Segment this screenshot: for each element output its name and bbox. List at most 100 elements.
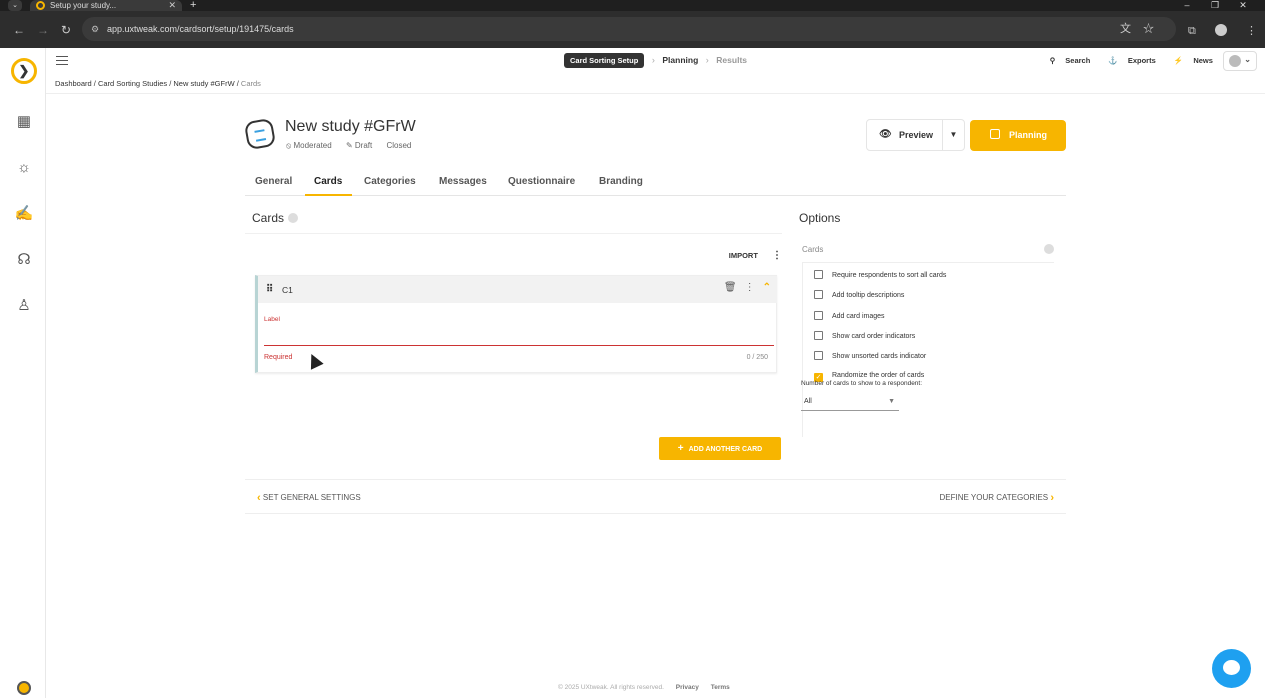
bookmark-star-icon[interactable]: ☆ <box>1143 23 1166 35</box>
hamburger-menu-icon[interactable] <box>56 56 68 65</box>
tab-title: Setup your study... <box>50 1 117 10</box>
cards-panel-title: Cards <box>252 211 299 225</box>
window-close-icon[interactable]: ✕ <box>1229 0 1257 11</box>
tab-branding[interactable]: Branding <box>599 176 643 187</box>
privacy-link[interactable]: Privacy <box>676 684 699 691</box>
avatar <box>1229 55 1241 67</box>
active-tab-indicator <box>305 194 352 196</box>
feedback-icon[interactable]: ☊ <box>13 249 35 271</box>
uxtweak-logo-icon[interactable]: ❯ <box>11 58 37 84</box>
tab-search-button[interactable]: ⌄ <box>8 0 22 11</box>
uxtweak-favicon-icon <box>36 1 45 10</box>
preview-label: Preview <box>899 130 934 140</box>
step-planning[interactable]: Planning <box>662 55 698 65</box>
calendar-icon <box>990 129 1000 139</box>
step-card-sorting-setup[interactable]: Card Sorting Setup <box>564 53 645 68</box>
minimize-icon[interactable]: – <box>1173 0 1201 10</box>
app-topbar: Card Sorting Setup › Planning › Results … <box>46 48 1265 73</box>
number-of-cards-select[interactable]: All ▼ <box>801 395 899 411</box>
extensions-icon[interactable]: ⧉ <box>1188 25 1196 37</box>
new-tab-button[interactable]: + <box>190 0 196 11</box>
chevron-up-icon[interactable]: ⌃ <box>763 282 771 293</box>
study-status: Closed <box>386 141 412 150</box>
tab-cards[interactable]: Cards <box>314 176 342 187</box>
copyright-text: © 2025 UXtweak. All rights reserved. <box>558 684 664 691</box>
study-mode: ⦸ Moderated <box>286 141 332 150</box>
lightbulb-icon[interactable]: ☼ <box>13 157 35 179</box>
required-error: Required <box>264 354 293 361</box>
browser-tab-bar: ⌄ Setup your study... ✕ + – ❐ ✕ <box>0 0 1265 11</box>
browser-right-icons: ⧉ ⋮ <box>1172 24 1257 38</box>
plus-icon: + <box>677 443 684 454</box>
news-button[interactable]: ⚡ News <box>1166 56 1213 65</box>
prev-step-link[interactable]: ‹ SET GENERAL SETTINGS <box>257 492 361 504</box>
import-row: IMPORT ⋮ <box>729 250 782 261</box>
breadcrumb-links[interactable]: Dashboard / Card Sorting Studies / New s… <box>55 79 239 88</box>
preview-button[interactable]: 👁 Preview ▼ <box>866 119 965 151</box>
add-another-card-button[interactable]: + ADD ANOTHER CARD <box>659 437 781 460</box>
drag-handle-icon[interactable]: ⠿ <box>266 284 273 295</box>
card-actions: 🗑 ⋮ ⌃ <box>716 282 771 293</box>
chevron-right-icon: › <box>1050 492 1054 504</box>
card-name: C1 <box>282 285 293 295</box>
preview-dropdown-chevron-icon[interactable]: ▼ <box>942 120 964 150</box>
profile-avatar[interactable] <box>1214 24 1227 36</box>
planning-label: Planning <box>1009 130 1047 140</box>
help-widget-icon[interactable] <box>17 681 31 695</box>
card-label-caption: Label <box>264 316 280 323</box>
terms-link[interactable]: Terms <box>711 684 730 691</box>
study-meta: ⦸ Moderated ✎ Draft Closed <box>286 141 417 151</box>
breadcrumb: Dashboard / Card Sorting Studies / New s… <box>55 79 261 88</box>
exports-button[interactable]: ⚓ Exports <box>1100 56 1155 65</box>
site-info-icon[interactable]: ⚙ <box>91 17 99 41</box>
url-text: app.uxtweak.com/cardsort/setup/191475/ca… <box>107 24 294 34</box>
card-sort-study-icon <box>243 117 277 151</box>
trash-icon[interactable]: 🗑 <box>724 282 737 293</box>
import-button[interactable]: IMPORT <box>729 251 758 260</box>
card-label-input[interactable] <box>264 345 774 346</box>
more-options-icon[interactable]: ⋮ <box>772 250 782 261</box>
chat-bubble-icon[interactable] <box>1212 649 1251 688</box>
user-menu-button[interactable]: ⌄ <box>1223 51 1257 71</box>
user-icon[interactable]: ♙ <box>13 295 35 317</box>
dropdown-arrow-icon: ▼ <box>888 398 895 405</box>
browser-menu-icon[interactable]: ⋮ <box>1246 25 1257 37</box>
footer: © 2025 UXtweak. All rights reserved. Pri… <box>558 684 730 691</box>
breadcrumb-current: Cards <box>240 79 261 88</box>
step-results[interactable]: Results <box>716 55 747 65</box>
next-step-link[interactable]: DEFINE YOUR CATEGORIES › <box>939 492 1054 504</box>
participants-icon[interactable]: ✍ <box>13 203 35 225</box>
checkbox-card-images[interactable]: Add card images <box>814 311 885 320</box>
checkbox-require-sort-all[interactable]: Require respondents to sort all cards <box>814 270 946 279</box>
checkbox-card-order-indicators[interactable]: Show card order indicators <box>814 331 915 340</box>
lightning-icon: ⚡ <box>1173 55 1184 65</box>
checkbox-icon <box>814 331 823 340</box>
back-icon[interactable]: ← <box>13 23 25 37</box>
study-tabs: General Cards Categories Messages Questi… <box>245 172 1066 196</box>
tab-general[interactable]: General <box>255 176 292 187</box>
checkbox-tooltip-descriptions[interactable]: Add tooltip descriptions <box>814 290 904 299</box>
tab-close-icon[interactable]: ✕ <box>168 0 176 11</box>
card-header: ⠿ C1 🗑 ⋮ ⌃ <box>258 276 777 303</box>
card-more-icon[interactable]: ⋮ <box>745 282 755 293</box>
browser-tab[interactable]: Setup your study... ✕ <box>30 0 182 11</box>
address-bar[interactable]: ⚙ app.uxtweak.com/cardsort/setup/191475/… <box>82 17 1176 41</box>
tab-messages[interactable]: Messages <box>439 176 487 187</box>
tab-categories[interactable]: Categories <box>364 176 416 187</box>
planning-button[interactable]: Planning <box>970 120 1066 151</box>
checkbox-unsorted-indicator[interactable]: Show unsorted cards indicator <box>814 351 926 360</box>
char-counter: 0 / 250 <box>746 354 768 361</box>
search-button[interactable]: ⚲ Search <box>1042 56 1091 65</box>
forward-icon[interactable]: → <box>37 23 49 37</box>
restore-icon[interactable]: ❐ <box>1201 0 1229 11</box>
dashboard-icon[interactable]: ▦ <box>13 111 35 133</box>
translate-icon[interactable]: 文 <box>1120 23 1143 35</box>
eye-icon: 👁 <box>879 129 892 140</box>
help-icon[interactable] <box>288 213 299 223</box>
tab-questionnaire[interactable]: Questionnaire <box>508 176 575 187</box>
help-icon[interactable] <box>1044 244 1054 254</box>
window-controls: – ❐ ✕ <box>1173 0 1257 11</box>
reload-icon[interactable]: ↻ <box>61 23 71 37</box>
app: ❯ ▦ ☼ ✍ ☊ ♙ Card Sorting Setup › Plannin… <box>0 48 1265 698</box>
topbar-actions: ⚲ Search ⚓ Exports ⚡ News ⌄ <box>1034 51 1257 71</box>
